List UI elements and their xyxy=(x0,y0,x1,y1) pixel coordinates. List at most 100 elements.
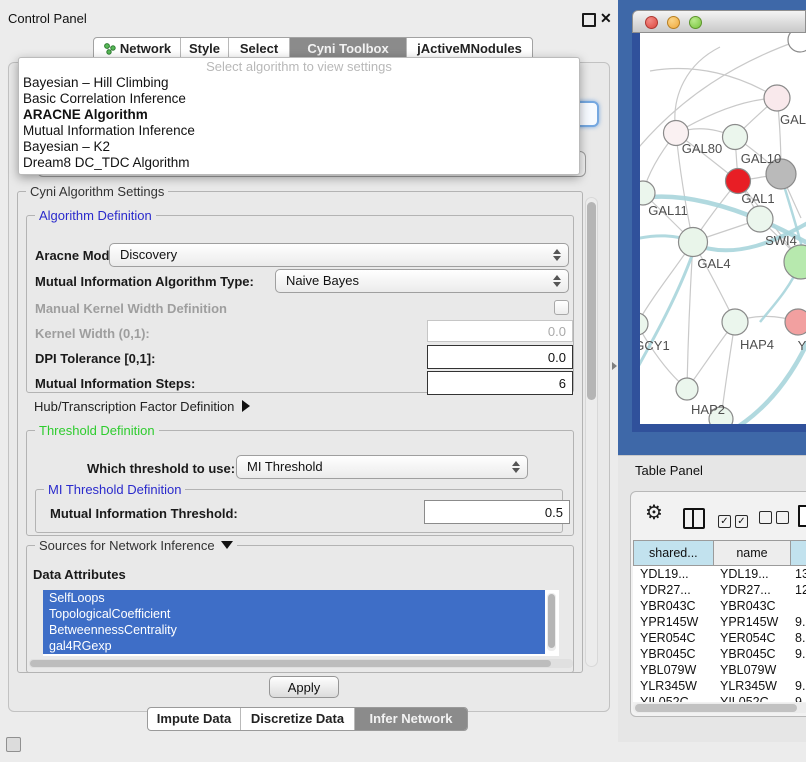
tab-infer-network[interactable]: Infer Network xyxy=(354,708,467,730)
aracne-mode-combo[interactable]: Discovery xyxy=(109,243,569,267)
close-panel-icon[interactable]: ✕ xyxy=(600,10,612,27)
manual-kernel-checkbox[interactable] xyxy=(554,300,569,315)
apply-button[interactable]: Apply xyxy=(269,676,339,698)
table-cell: YBR045C xyxy=(713,646,791,662)
mi-algorithm-type-combo[interactable]: Naive Bayes xyxy=(275,269,569,293)
attributes-hscrollbar[interactable] xyxy=(29,659,573,668)
column-header-cut[interactable] xyxy=(791,541,806,565)
tab-impute-data[interactable]: Impute Data xyxy=(148,708,240,730)
node-hap4-label: HAP4 xyxy=(740,337,774,352)
network-window-titlebar[interactable] xyxy=(632,10,806,33)
unchecked-box-icon xyxy=(776,511,789,524)
attribute-item[interactable]: TopologicalCoefficient xyxy=(43,606,545,622)
cyni-algorithm-settings-title: Cyni Algorithm Settings xyxy=(26,184,168,199)
node-gal4[interactable] xyxy=(679,228,708,257)
node-swi4[interactable] xyxy=(747,206,773,232)
which-threshold-combo[interactable]: MI Threshold xyxy=(236,455,528,479)
table-row[interactable]: YLR345WYLR345W9. xyxy=(633,678,806,694)
attribute-item[interactable]: SelfLoops xyxy=(43,590,545,606)
zoom-window-icon[interactable] xyxy=(689,16,702,29)
table-cell: YBL079W xyxy=(713,662,791,678)
new-table-icon[interactable] xyxy=(798,505,806,527)
node-gal4-label: GAL4 xyxy=(697,256,730,271)
tab-discretize-data[interactable]: Discretize Data xyxy=(240,708,354,730)
column-header-shared...[interactable]: shared... xyxy=(634,541,714,565)
node-gal11-label: GAL11 xyxy=(648,203,688,218)
table-panel-body: ⚙ ✓✓ shared...name YDL19...YDL19...13YDR… xyxy=(630,491,806,717)
mi-steps-input[interactable] xyxy=(427,371,573,395)
table-cell: YLR345W xyxy=(633,678,713,694)
network-canvas[interactable]: GALGAL80GAL10GAL1GAL11GAL4SWI4GCY1HAP4YH… xyxy=(632,33,806,432)
attributes-list-scrollbar[interactable] xyxy=(547,593,556,651)
sources-title: Sources for Network Inference xyxy=(35,538,237,553)
cyni-bottom-tabbar: Impute DataDiscretize DataInfer Network xyxy=(147,707,468,731)
checked-box-icon: ✓ xyxy=(735,515,748,528)
column-layout-icon[interactable] xyxy=(683,508,705,529)
kernel-width-input[interactable] xyxy=(427,320,573,342)
node-top-partial[interactable] xyxy=(788,33,806,52)
float-panel-icon[interactable] xyxy=(582,13,596,27)
mi-threshold-input[interactable] xyxy=(424,500,570,524)
table-row[interactable]: YBR045CYBR045C9. xyxy=(633,646,806,662)
table-cell: 8. xyxy=(791,630,806,646)
mi-threshold-label: Mutual Information Threshold: xyxy=(50,506,238,521)
select-all-columns-icon[interactable]: ✓✓ xyxy=(718,511,752,529)
table-cell xyxy=(791,662,806,678)
aracne-mode-value: Discovery xyxy=(120,244,177,266)
settings-scrollbar[interactable] xyxy=(585,197,598,667)
algorithm-option[interactable]: Bayesian – K2 xyxy=(19,139,579,155)
table-hscrollbar-thumb[interactable] xyxy=(635,704,797,712)
table-cell: 9. xyxy=(791,678,806,694)
table-row[interactable]: YER054CYER054C8. xyxy=(633,630,806,646)
control-panel-dock: Control Panel ✕ NetworkStyleSelectCyni T… xyxy=(0,0,618,762)
collapse-down-icon[interactable] xyxy=(221,541,233,549)
data-attributes-list[interactable]: SelfLoopsTopologicalCoefficientBetweenne… xyxy=(43,590,559,656)
settings-scrollbar-thumb[interactable] xyxy=(587,202,596,400)
split-pane-arrow[interactable] xyxy=(612,362,617,370)
algorithm-option[interactable]: Dream8 DC_TDC Algorithm xyxy=(19,155,579,171)
collapsed-panel-icon[interactable] xyxy=(6,737,21,752)
desktop-background: GALGAL80GAL10GAL1GAL11GAL4SWI4GCY1HAP4YH… xyxy=(618,0,806,455)
table-cell: 9. xyxy=(791,614,806,630)
attribute-item[interactable]: gal4RGexp xyxy=(43,638,545,654)
minimize-window-icon[interactable] xyxy=(667,16,680,29)
algorithm-option[interactable]: Basic Correlation Inference xyxy=(19,91,579,107)
table-row[interactable]: YIL052CYIL052C9 xyxy=(633,694,806,702)
node-gal11[interactable] xyxy=(640,181,655,205)
deselect-all-columns-icon[interactable] xyxy=(759,511,793,529)
node-salmon[interactable] xyxy=(785,309,806,335)
algorithm-option[interactable]: Mutual Information Inference xyxy=(19,123,579,139)
table-header-row: shared...name xyxy=(633,540,806,566)
node-gal10[interactable] xyxy=(723,125,748,150)
node-table: shared...name YDL19...YDL19...13YDR27...… xyxy=(633,540,806,702)
table-hscrollbar[interactable] xyxy=(633,703,806,713)
table-cell: YLR345W xyxy=(713,678,791,694)
node-gal1[interactable] xyxy=(726,169,751,194)
table-row[interactable]: YDR27...YDR27...12 xyxy=(633,582,806,598)
close-window-icon[interactable] xyxy=(645,16,658,29)
algorithm-option[interactable]: ARACNE Algorithm xyxy=(19,107,579,123)
network-tab-icon xyxy=(103,42,116,55)
column-header-name[interactable]: name xyxy=(714,541,792,565)
table-row[interactable]: YBL079WYBL079W xyxy=(633,662,806,678)
node-hap4[interactable] xyxy=(722,309,748,335)
node-gcy1[interactable] xyxy=(640,313,648,335)
which-threshold-value: MI Threshold xyxy=(247,456,323,478)
table-row[interactable]: YBR043CYBR043C xyxy=(633,598,806,614)
attribute-item[interactable]: BetweennessCentrality xyxy=(43,622,545,638)
hub-definition-expander[interactable]: Hub/Transcription Factor Definition xyxy=(34,399,250,414)
algorithm-option[interactable]: Bayesian – Hill Climbing xyxy=(19,75,579,91)
node-hap2[interactable] xyxy=(676,378,698,400)
table-cell: YIL052C xyxy=(633,694,713,702)
node-gal-top[interactable] xyxy=(764,85,790,111)
table-settings-gear-icon[interactable]: ⚙ xyxy=(645,500,663,525)
node-big-green[interactable] xyxy=(784,245,806,279)
table-row[interactable]: YPR145WYPR145W9. xyxy=(633,614,806,630)
table-row[interactable]: YDL19...YDL19...13 xyxy=(633,566,806,582)
table-cell: YDR27... xyxy=(713,582,791,598)
node-swi4-label: SWI4 xyxy=(765,233,797,248)
threshold-definition-title: Threshold Definition xyxy=(35,423,159,438)
threshold-definition-group: Threshold Definition Which threshold to … xyxy=(26,430,574,536)
manual-kernel-label: Manual Kernel Width Definition xyxy=(35,301,227,316)
dpi-tolerance-input[interactable] xyxy=(427,345,573,369)
